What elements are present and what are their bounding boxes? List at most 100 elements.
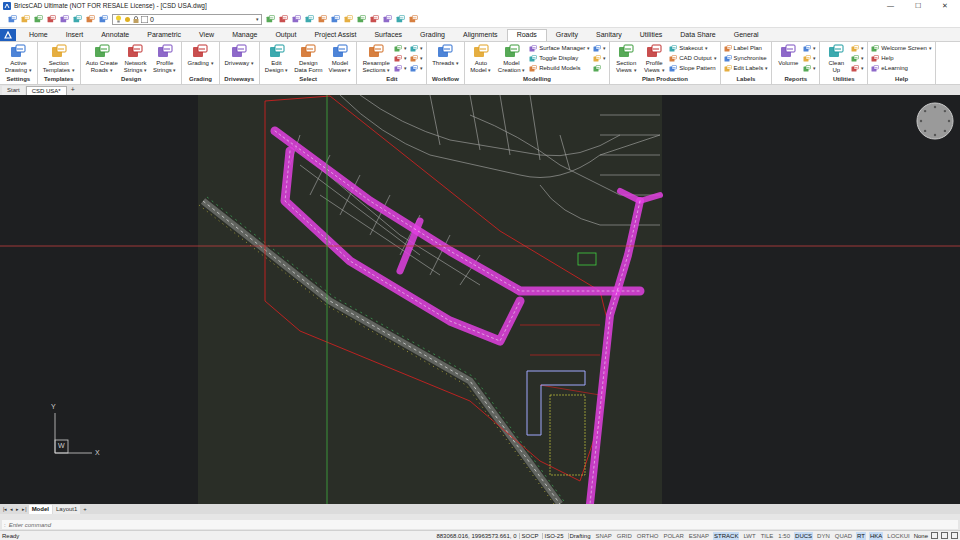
- ribbon-button[interactable]: ActiveDrawing ▾: [3, 44, 34, 74]
- ribbon-small-button[interactable]: Welcome Screen▾: [871, 44, 932, 53]
- ribbon-button[interactable]: Driveway ▾: [223, 44, 256, 67]
- ribbon-button[interactable]: SectionTemplates ▾: [41, 44, 77, 74]
- ribbon-button[interactable]: ModelCreation ▾: [496, 44, 527, 74]
- ribbon-small-button[interactable]: Rebuild Models: [529, 64, 590, 73]
- ribbon-icon-button[interactable]: ▾: [394, 44, 407, 53]
- application-menu-button[interactable]: [0, 29, 16, 41]
- status-toggle[interactable]: 1:50: [777, 532, 791, 540]
- status-toggle[interactable]: LOCKUI: [886, 532, 910, 540]
- ribbon-small-button[interactable]: eLearning: [871, 64, 932, 73]
- ribbon-button[interactable]: DesignData Form: [292, 44, 324, 74]
- new-layout-button[interactable]: +: [81, 505, 89, 514]
- ribbon-button[interactable]: Threads ▾: [430, 44, 461, 67]
- ribbon-tab[interactable]: Utilities: [631, 29, 672, 41]
- ribbon-small-button[interactable]: Stakeout▾: [669, 44, 716, 53]
- ribbon-tab[interactable]: Grading: [411, 29, 454, 41]
- status-toggle[interactable]: DYN: [816, 532, 831, 540]
- ribbon-icon-button[interactable]: ▾: [851, 64, 864, 73]
- window-control[interactable]: —: [878, 2, 903, 9]
- ribbon-small-button[interactable]: Slope Pattern: [669, 64, 716, 73]
- ribbon-tab[interactable]: Surfaces: [365, 29, 411, 41]
- layout-nav-button[interactable]: ▸: [15, 507, 20, 512]
- ribbon-tab[interactable]: Parametric: [138, 29, 190, 41]
- status-toggle[interactable]: SNAP: [595, 532, 613, 540]
- ribbon-button[interactable]: EditDesign ▾: [263, 44, 290, 74]
- layout-tab[interactable]: Layout1: [53, 505, 80, 514]
- ribbon-small-button[interactable]: Label Plan: [724, 44, 769, 53]
- status-toggle[interactable]: HKA: [869, 532, 883, 540]
- ribbon-tab[interactable]: Data Share: [671, 29, 724, 41]
- ribbon-small-button[interactable]: Help: [871, 54, 932, 63]
- ribbon-small-button[interactable]: Toggle Display: [529, 54, 590, 63]
- ribbon-icon-button[interactable]: ▾: [803, 64, 816, 73]
- layout-tab[interactable]: Model: [29, 505, 52, 514]
- drawing-canvas[interactable]: YWX: [0, 95, 960, 504]
- ribbon-tab[interactable]: Home: [20, 29, 57, 41]
- ribbon-icon-button[interactable]: ▾: [593, 54, 606, 63]
- ribbon-button[interactable]: AutoModel ▾: [468, 44, 494, 74]
- status-toggle[interactable]: STRACK: [713, 532, 739, 540]
- ribbon-small-button[interactable]: Synchronise: [724, 54, 769, 63]
- ribbon-tab[interactable]: General: [725, 29, 768, 41]
- ribbon-icon-button[interactable]: ▾: [410, 64, 423, 73]
- status-toggle[interactable]: GRID: [616, 532, 633, 540]
- ribbon-icon-button[interactable]: ▾: [410, 54, 423, 63]
- ribbon-button[interactable]: ResampleSections ▾: [360, 44, 392, 74]
- ribbon-small-button[interactable]: Surface Manager▾: [529, 44, 590, 53]
- status-toggle[interactable]: DUCS: [794, 532, 813, 540]
- status-toggle[interactable]: QUAD: [834, 532, 853, 540]
- ribbon-icon-button[interactable]: ▾: [851, 44, 864, 53]
- window-control[interactable]: ✕: [933, 2, 957, 9]
- ribbon-tab[interactable]: Sanitary: [587, 29, 631, 41]
- window-control[interactable]: ☐: [906, 2, 930, 9]
- status-tool-icon[interactable]: [941, 532, 948, 539]
- status-toggle[interactable]: POLAR: [662, 532, 684, 540]
- ribbon-button[interactable]: ProfileViews ▾: [641, 44, 667, 74]
- ribbon-icon-button[interactable]: ▾: [851, 54, 864, 63]
- ribbon-button[interactable]: NetworkStrings ▾: [122, 44, 149, 74]
- ribbon-icon-button[interactable]: ▾: [803, 44, 816, 53]
- ribbon-tab[interactable]: View: [190, 29, 223, 41]
- status-field[interactable]: SOCP: [519, 533, 539, 539]
- ribbon-icon-button[interactable]: ▾: [394, 54, 407, 63]
- ribbon-button[interactable]: Auto CreateRoads ▾: [84, 44, 120, 74]
- ribbon-button[interactable]: Grading ▾: [185, 44, 215, 67]
- ribbon-icon-button[interactable]: ▾: [593, 44, 606, 53]
- status-toggle[interactable]: RT: [856, 532, 866, 540]
- status-toggle[interactable]: ORTHO: [636, 532, 660, 540]
- ribbon-button[interactable]: CleanUp: [823, 44, 849, 74]
- layout-nav-button[interactable]: ◂: [9, 507, 14, 512]
- ribbon-tab[interactable]: Project Assist: [305, 29, 365, 41]
- ribbon-small-button[interactable]: Edit Labels▾: [724, 64, 769, 73]
- status-tool-icon[interactable]: [931, 532, 938, 539]
- ribbon-tab[interactable]: Insert: [57, 29, 93, 41]
- ribbon-icon-button[interactable]: [593, 64, 606, 73]
- status-field[interactable]: Drafting: [568, 533, 592, 539]
- ribbon-tab[interactable]: Manage: [223, 29, 266, 41]
- ribbon-button[interactable]: Volume: [775, 44, 801, 67]
- ribbon-button[interactable]: ProfileStrings ▾: [151, 44, 178, 74]
- status-toggle[interactable]: ESNAP: [688, 532, 710, 540]
- command-input[interactable]: :Enter command: [2, 520, 958, 529]
- layout-nav-button[interactable]: |◂: [2, 507, 8, 512]
- document-tab[interactable]: CSD USA*: [26, 86, 67, 95]
- ribbon-tab[interactable]: Output: [266, 29, 305, 41]
- status-field[interactable]: ISO-25: [542, 533, 564, 539]
- status-toggle[interactable]: LWT: [742, 532, 756, 540]
- status-toggle[interactable]: TILE: [760, 532, 775, 540]
- ribbon-small-button[interactable]: CAD Output▾: [669, 54, 716, 63]
- ribbon-tab[interactable]: Gravity: [547, 29, 587, 41]
- ribbon-icon-button[interactable]: ▾: [410, 44, 423, 53]
- status-end[interactable]: None: [914, 533, 928, 539]
- ribbon-icon-button[interactable]: ▾: [394, 64, 407, 73]
- ribbon-tab[interactable]: Roads: [507, 29, 547, 41]
- layer-dropdown[interactable]: 0▾: [112, 14, 262, 25]
- document-tab[interactable]: Start: [2, 86, 25, 95]
- new-tab-button[interactable]: +: [68, 86, 78, 95]
- ribbon-button[interactable]: ModelViewer ▾: [327, 44, 354, 74]
- ribbon-tab[interactable]: Annotate: [92, 29, 138, 41]
- status-tool-icon[interactable]: [951, 532, 958, 539]
- ribbon-tab[interactable]: Alignments: [454, 29, 507, 41]
- ribbon-icon-button[interactable]: ▾: [803, 54, 816, 63]
- layout-nav-button[interactable]: ▸|: [21, 507, 27, 512]
